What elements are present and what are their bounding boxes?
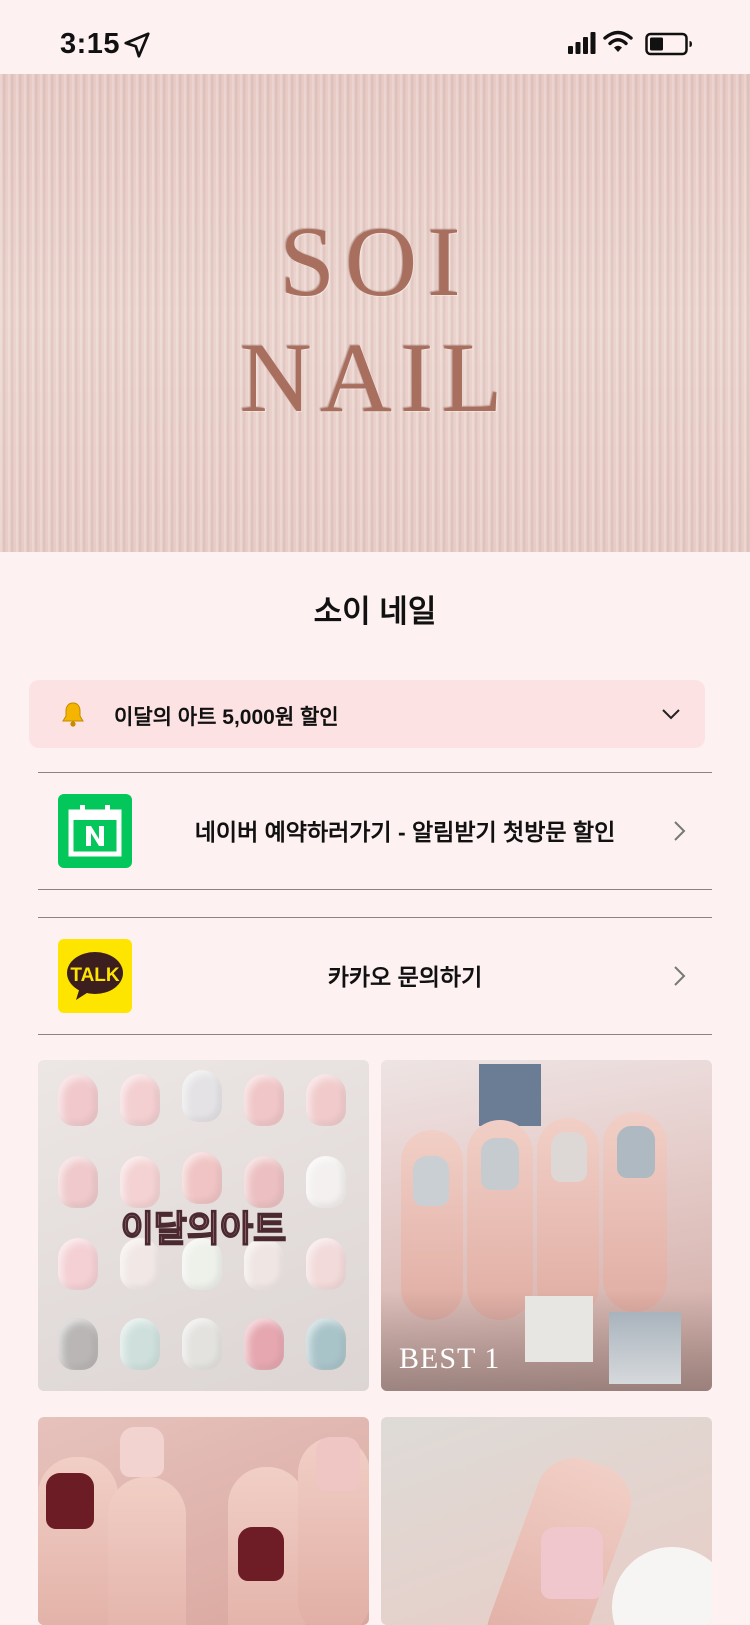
chevron-right-icon (674, 966, 686, 986)
nail-swatch (244, 1074, 284, 1126)
signal-icon (568, 32, 596, 54)
gallery-tile-monthly-art[interactable]: 이달의아트 (38, 1060, 369, 1391)
sticker-image (479, 1064, 541, 1126)
gallery-tile-3[interactable] (38, 1417, 369, 1625)
naver-calendar-icon (58, 794, 132, 868)
nail-swatch (617, 1126, 655, 1178)
nail-swatch (481, 1138, 519, 1190)
page-title: 소이 네일 (313, 594, 437, 629)
gallery-tile-4[interactable] (381, 1417, 712, 1625)
nail-swatch (551, 1132, 587, 1182)
naver-booking-link[interactable]: 네이버 예약하러가기 - 알림받기 첫방문 할인 (38, 772, 712, 890)
svg-text:TALK: TALK (70, 965, 120, 986)
nail-swatch (244, 1318, 284, 1370)
kakao-inquiry-link[interactable]: TALK 카카오 문의하기 (38, 917, 712, 1035)
nail-swatch (58, 1318, 98, 1370)
nail-swatch (120, 1318, 160, 1370)
hero-logo-line1: SOI (279, 206, 471, 317)
gallery-caption: BEST 1 (399, 1342, 501, 1375)
nail-swatch (46, 1473, 94, 1529)
sticker-image (525, 1296, 593, 1362)
hero-banner: SOI NAIL (0, 74, 750, 552)
nail-swatch (316, 1437, 360, 1491)
wifi-icon (603, 30, 633, 52)
gallery-tile-best1[interactable]: BEST 1 (381, 1060, 712, 1391)
nail-swatch (120, 1074, 160, 1126)
nail-swatch (182, 1318, 222, 1370)
chevron-right-icon (674, 821, 686, 841)
nail-swatch (306, 1318, 346, 1370)
gallery-caption: 이달의아트 (120, 1207, 287, 1250)
nail-swatch (541, 1527, 603, 1599)
nail-swatch (182, 1070, 222, 1122)
sleeve (612, 1547, 712, 1625)
chevron-down-icon[interactable] (661, 704, 681, 724)
kakao-link-label: 카카오 문의하기 (327, 964, 483, 990)
nail-swatch (238, 1527, 284, 1581)
nail-swatch (120, 1427, 164, 1477)
sticker-image (609, 1312, 681, 1384)
nail-swatch (413, 1156, 449, 1206)
nail-swatch (182, 1152, 222, 1204)
nail-swatch (58, 1074, 98, 1126)
status-time: 3:15 (60, 28, 121, 60)
naver-link-label: 네이버 예약하러가기 - 알림받기 첫방문 할인 (194, 819, 616, 845)
hero-logo-line2: NAIL (239, 322, 511, 433)
nail-swatch (306, 1074, 346, 1126)
finger (108, 1477, 186, 1625)
battery-icon (645, 32, 692, 56)
location-arrow-icon (124, 32, 150, 58)
bell-icon (62, 702, 84, 727)
notice-banner[interactable]: 이달의 아트 5,000원 할인 (29, 680, 705, 748)
status-bar: 3:15 (0, 0, 750, 74)
kakao-talk-icon: TALK (58, 939, 132, 1013)
notice-text: 이달의 아트 5,000원 할인 (114, 706, 339, 729)
